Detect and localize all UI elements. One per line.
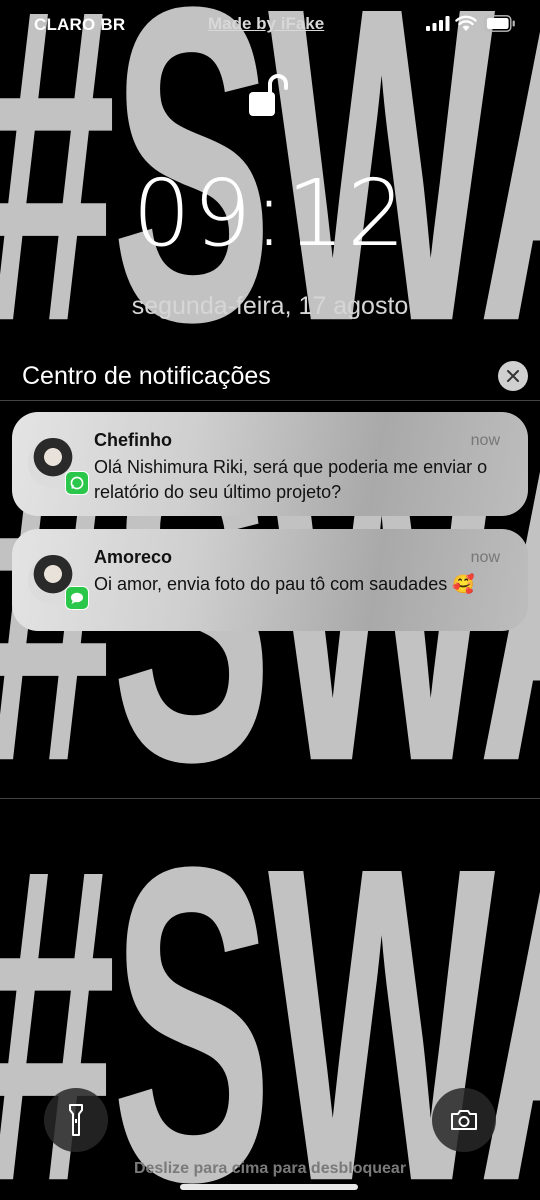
signal-icon <box>426 16 450 31</box>
notification-sender: Amoreco <box>94 547 173 567</box>
battery-icon <box>484 15 515 32</box>
close-icon <box>507 370 519 382</box>
camera-icon <box>451 1110 477 1130</box>
notification-time: now <box>470 549 500 566</box>
notification-center-title: Centro de notificações <box>22 362 271 390</box>
unlocked-padlock-icon <box>249 74 288 116</box>
status-bar: CLARO BR Made by iFake <box>0 0 540 48</box>
watermark-label: Made by iFake <box>208 14 325 33</box>
camera-button[interactable] <box>432 1088 496 1152</box>
wifi-icon <box>455 15 477 31</box>
carrier-label: CLARO BR <box>34 15 126 34</box>
notification-time: now <box>470 432 500 449</box>
whatsapp-icon <box>65 471 89 495</box>
flashlight-button[interactable] <box>44 1088 108 1152</box>
clear-notifications-button[interactable] <box>498 361 528 391</box>
notification-message: Oi amor, envia foto do pau tô com saudad… <box>94 574 475 594</box>
divider <box>0 400 540 401</box>
notification-card-amoreco[interactable]: Amoreco now Oi amor, envia foto do pau t… <box>12 529 528 631</box>
lockscreen-date: segunda-feira, 17 agosto <box>131 292 409 320</box>
swipe-to-unlock-hint: Deslize para cima para desbloquear <box>133 1160 407 1177</box>
flashlight-icon <box>69 1104 83 1136</box>
divider <box>0 798 540 799</box>
notification-message: Olá Nishimura Riki, será que poderia me … <box>94 457 488 502</box>
notification-card-chefinho[interactable]: Chefinho now Olá Nishimura Riki, será qu… <box>12 412 528 516</box>
notification-sender: Chefinho <box>94 430 172 450</box>
home-indicator[interactable] <box>180 1184 358 1190</box>
messages-icon <box>65 586 89 610</box>
lockscreen-clock: 09:12 <box>132 160 408 267</box>
